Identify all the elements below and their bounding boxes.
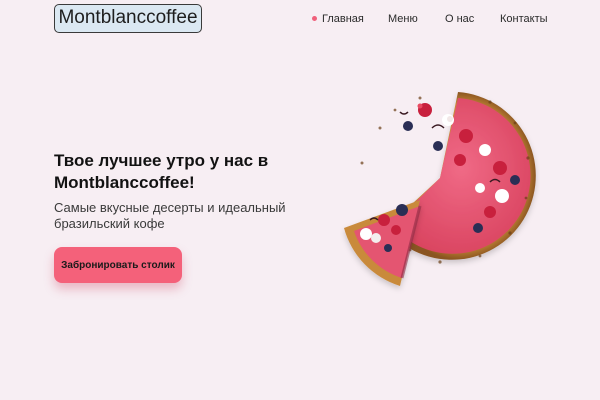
nav-item-contacts[interactable]: Контакты: [500, 12, 548, 26]
nav-item-menu[interactable]: Меню: [388, 12, 418, 26]
nav-item-about[interactable]: О нас: [445, 12, 474, 26]
main-nav: Главная Меню О нас Контакты: [0, 12, 600, 28]
active-indicator-dot: [312, 16, 317, 21]
hero-image: [344, 92, 536, 286]
book-table-button[interactable]: Забронировать столик: [54, 247, 182, 283]
hero-title: Твое лучшее утро у нас в Montblanccoffee…: [54, 151, 269, 192]
nav-item-home[interactable]: Главная: [322, 12, 364, 26]
hero-subtitle: Самые вкусные десерты и идеальный бразил…: [54, 200, 286, 231]
landing-page: Montblanccoffee Главная Меню О нас Конта…: [0, 0, 600, 400]
